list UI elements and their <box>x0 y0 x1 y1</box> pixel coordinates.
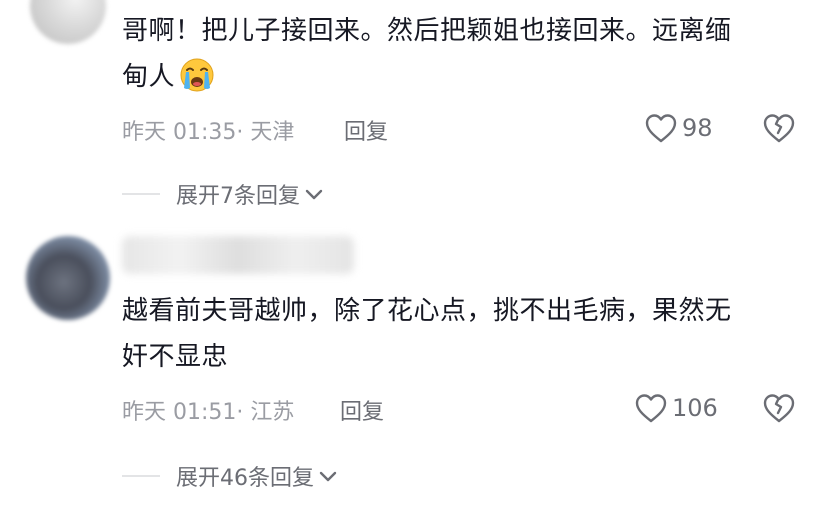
expand-replies-label: 展开46条回复 <box>176 466 314 491</box>
comment-text: 越看前夫哥越帅，除了花心点，挑不出毛病，果然无 奸不显忠 <box>122 288 812 380</box>
expand-replies-button[interactable]: 展开46条回复 <box>176 460 339 492</box>
expand-replies-row: 展开46条回复 <box>122 458 339 494</box>
expand-replies-button[interactable]: 展开7条回复 <box>176 178 325 210</box>
chevron-down-icon <box>319 471 337 482</box>
comment-meta: 昨天 01:51· 江苏 回复 106 <box>122 390 802 426</box>
broken-heart-icon[interactable] <box>762 391 796 425</box>
comment-meta: 昨天 01:35· 天津 回复 98 <box>122 110 802 146</box>
heart-icon <box>645 114 677 143</box>
comment-text-line: 奸不显忠 <box>122 342 229 372</box>
comment-list: 哥啊！把儿子接回来。然后把颖姐也接回来。远离缅 甸人 昨天 01:35· 天津 … <box>0 0 828 505</box>
like-count: 106 <box>672 394 718 422</box>
broken-heart-icon[interactable] <box>762 111 796 145</box>
reply-button[interactable]: 回复 <box>344 114 388 146</box>
like-count: 98 <box>682 114 713 142</box>
avatar[interactable] <box>26 236 110 320</box>
reply-button[interactable]: 回复 <box>340 394 384 426</box>
username-blurred[interactable] <box>122 236 354 274</box>
comment-text-line: 甸人 <box>122 62 176 92</box>
avatar[interactable] <box>30 0 106 44</box>
expand-replies-label: 展开7条回复 <box>176 184 300 209</box>
divider <box>122 475 160 477</box>
comment-text-line: 越看前夫哥越帅，除了花心点，挑不出毛病，果然无 <box>122 296 732 326</box>
loudly-crying-face-icon <box>180 58 214 92</box>
chevron-down-icon <box>305 189 323 200</box>
expand-replies-row: 展开7条回复 <box>122 176 325 212</box>
comment-time-location: 昨天 01:51· 江苏 <box>122 400 295 425</box>
heart-icon <box>635 394 667 423</box>
comment-text-line: 哥啊！把儿子接回来。然后把颖姐也接回来。远离缅 <box>122 16 732 46</box>
comment-time-location: 昨天 01:35· 天津 <box>122 120 295 145</box>
comment-text: 哥啊！把儿子接回来。然后把颖姐也接回来。远离缅 甸人 <box>122 8 812 100</box>
divider <box>122 193 160 195</box>
like-button[interactable]: 98 <box>644 110 713 146</box>
like-button[interactable]: 106 <box>634 390 718 426</box>
